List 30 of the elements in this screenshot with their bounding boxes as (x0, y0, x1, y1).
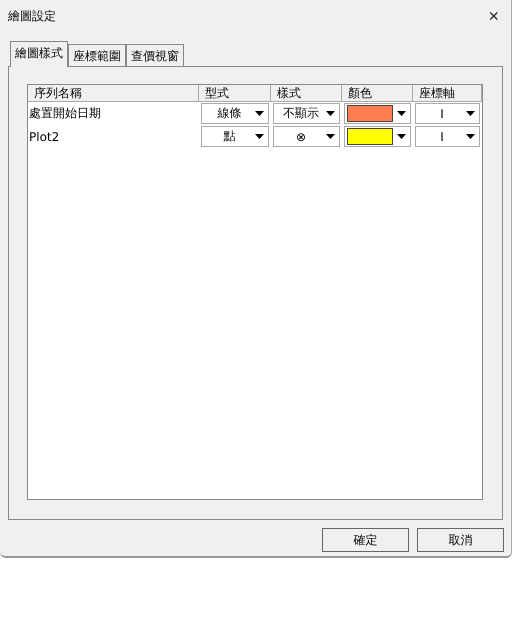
tab[interactable]: 繪圖樣式 (10, 41, 68, 67)
caret-icon (397, 111, 406, 116)
color-dropdown[interactable] (344, 103, 411, 124)
tab[interactable]: 查價視窗 (126, 44, 184, 67)
axis-dropdown[interactable]: I (415, 126, 480, 147)
caret-icon (326, 111, 335, 116)
column-header: 座標軸 (413, 85, 482, 102)
column-header: 序列名稱 (28, 85, 199, 102)
type-dropdown[interactable]: 點 (201, 126, 269, 147)
caret-icon (466, 134, 475, 139)
tab[interactable]: 座標範圍 (68, 44, 126, 67)
style-dropdown[interactable]: 不顯示 (273, 103, 340, 124)
color-dropdown[interactable] (344, 126, 411, 147)
table-cell-text: Plot2 (28, 130, 60, 144)
column-header: 顏色 (342, 85, 413, 102)
window-title: 繪圖設定 (8, 8, 56, 24)
table-cell-text: 處置開始日期 (28, 105, 102, 122)
dialog-button[interactable]: 取消 (417, 528, 504, 552)
caret-icon (466, 111, 475, 116)
caret-icon (255, 134, 264, 139)
axis-dropdown[interactable]: I (415, 103, 480, 124)
column-header: 樣式 (271, 85, 342, 102)
caret-icon (255, 111, 264, 116)
style-dropdown[interactable]: ⊗ (273, 126, 340, 147)
close-button[interactable]: × (484, 6, 503, 26)
type-dropdown[interactable]: 線條 (201, 103, 269, 124)
caret-icon (326, 134, 335, 139)
dialog-button[interactable]: 確定 (322, 528, 409, 552)
column-header: 型式 (199, 85, 271, 102)
caret-icon (397, 134, 406, 139)
